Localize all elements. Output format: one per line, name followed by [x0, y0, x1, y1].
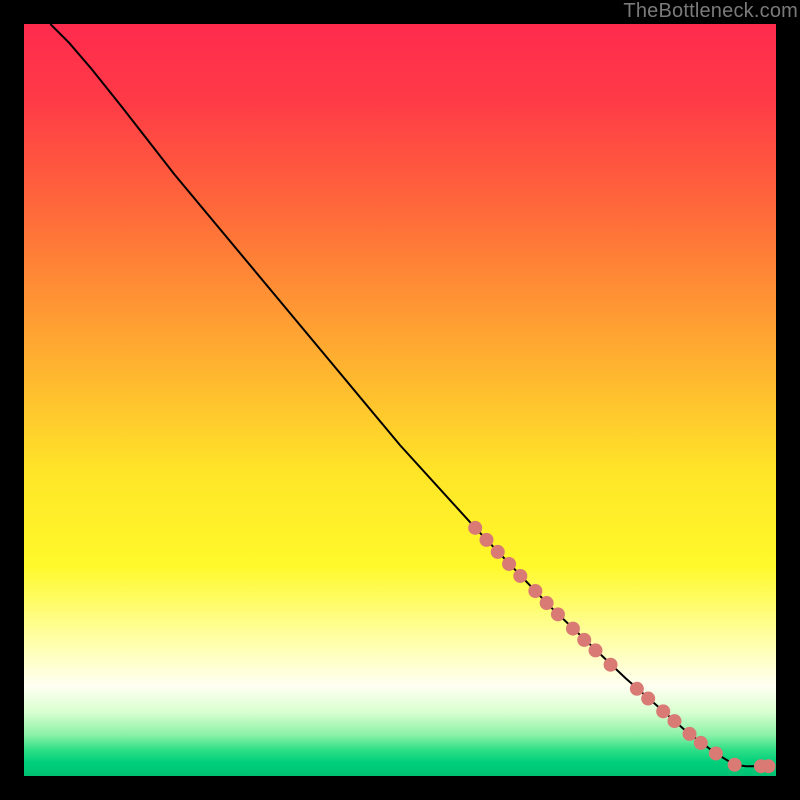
data-marker [566, 622, 580, 636]
data-marker [502, 557, 516, 571]
data-marker [479, 533, 493, 547]
data-marker [528, 584, 542, 598]
chart-container: TheBottleneck.com [0, 0, 800, 800]
data-marker [656, 704, 670, 718]
data-marker [709, 746, 723, 760]
data-marker [589, 643, 603, 657]
plot-area [24, 24, 776, 776]
data-marker [513, 569, 527, 583]
data-marker [641, 692, 655, 706]
data-marker [761, 759, 775, 773]
watermark-text: TheBottleneck.com [623, 0, 798, 23]
gradient-background [24, 24, 776, 776]
data-marker [577, 633, 591, 647]
chart-svg [24, 24, 776, 776]
data-marker [694, 736, 708, 750]
data-marker [540, 596, 554, 610]
data-marker [667, 714, 681, 728]
data-marker [683, 727, 697, 741]
data-marker [604, 658, 618, 672]
data-marker [468, 521, 482, 535]
data-marker [728, 758, 742, 772]
data-marker [491, 545, 505, 559]
data-marker [551, 607, 565, 621]
data-marker [630, 682, 644, 696]
